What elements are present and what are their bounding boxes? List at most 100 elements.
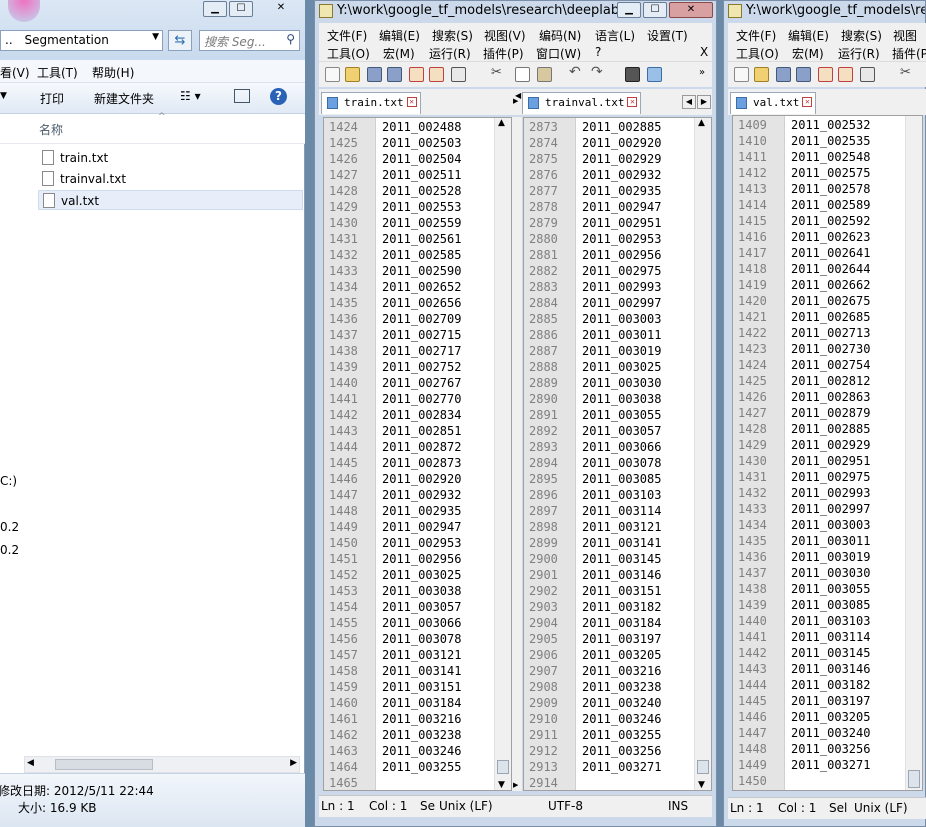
text-line[interactable]: 2880 2011_002953 [524, 231, 711, 247]
text-line[interactable]: 1420 2011_002675 [733, 293, 922, 309]
text-line[interactable]: 1438 2011_002717 [324, 343, 511, 359]
tab-trainval[interactable]: trainval.txt ✕ [522, 92, 642, 114]
text-line[interactable]: 1425 2011_002812 [733, 373, 922, 389]
new-file-icon[interactable] [734, 67, 749, 82]
cut-icon[interactable]: ✂ [900, 65, 915, 80]
text-line[interactable]: 1444 2011_003182 [733, 677, 922, 693]
text-line[interactable]: 1457 2011_003121 [324, 647, 511, 663]
copy-icon[interactable] [515, 67, 530, 82]
text-line[interactable]: 1418 2011_002644 [733, 261, 922, 277]
close-file-icon[interactable] [409, 67, 424, 82]
minimize-icon[interactable]: ▁ [617, 2, 641, 18]
find-icon[interactable] [625, 67, 640, 82]
text-line[interactable]: 2889 2011_003030 [524, 375, 711, 391]
menu-close-doc[interactable]: X [700, 45, 708, 59]
text-line[interactable]: 1434 2011_003003 [733, 517, 922, 533]
maximize-icon[interactable]: ☐ [229, 1, 253, 17]
text-line[interactable]: 2873 2011_002885 [524, 119, 711, 135]
text-line[interactable]: 1458 2011_003141 [324, 663, 511, 679]
menu-settings[interactable]: 设置(T) [647, 27, 688, 44]
splitter-arrow-icon[interactable]: ▶ [513, 781, 518, 789]
text-line[interactable]: 2900 2011_003145 [524, 551, 711, 567]
text-line[interactable]: 1432 2011_002993 [733, 485, 922, 501]
cut-icon[interactable]: ✂ [491, 65, 506, 80]
text-line[interactable]: 2899 2011_003141 [524, 535, 711, 551]
text-line[interactable]: 1424 2011_002754 [733, 357, 922, 373]
search-input[interactable]: 搜索 Seg... ⚲ [199, 30, 300, 51]
refresh-icon[interactable]: ⇆ [168, 30, 192, 51]
text-line[interactable]: 1436 2011_002709 [324, 311, 511, 327]
text-line[interactable]: 1412 2011_002575 [733, 165, 922, 181]
text-line[interactable]: 1415 2011_002592 [733, 213, 922, 229]
text-editor-pane[interactable]: 2873 2011_002885 2874 2011_002920 2875 2011_0… [523, 117, 712, 791]
menu-file[interactable]: 文件(F) [736, 27, 776, 44]
text-line[interactable]: 2891 2011_003055 [524, 407, 711, 423]
text-line[interactable]: 2884 2011_002997 [524, 295, 711, 311]
save-icon[interactable] [776, 67, 791, 82]
text-line[interactable]: 1462 2011_003238 [324, 727, 511, 743]
text-line[interactable]: 1443 2011_002851 [324, 423, 511, 439]
text-line[interactable]: 1451 2011_002956 [324, 551, 511, 567]
text-line[interactable]: 1435 2011_003011 [733, 533, 922, 549]
text-line[interactable]: 1414 2011_002589 [733, 197, 922, 213]
text-line[interactable]: 2898 2011_003121 [524, 519, 711, 535]
text-line[interactable]: 1417 2011_002641 [733, 245, 922, 261]
text-line[interactable]: 1425 2011_002503 [324, 135, 511, 151]
paste-icon[interactable] [537, 67, 552, 82]
text-line[interactable]: 1460 2011_003184 [324, 695, 511, 711]
text-line[interactable]: 1454 2011_003057 [324, 599, 511, 615]
text-line[interactable]: 1450 2011_002953 [324, 535, 511, 551]
file-item[interactable]: train.txt [38, 148, 303, 168]
scroll-up-icon[interactable]: ▲ [698, 118, 705, 128]
text-line[interactable]: 1435 2011_002656 [324, 295, 511, 311]
text-line[interactable]: 2896 2011_003103 [524, 487, 711, 503]
tab-scroll-right-icon[interactable]: ▶ [697, 95, 711, 109]
menu-window[interactable]: 窗口(W) [536, 45, 581, 62]
text-line[interactable]: 1446 2011_003205 [733, 709, 922, 725]
toolbar-overflow-icon[interactable]: » [699, 67, 714, 82]
text-line[interactable]: 2895 2011_003085 [524, 471, 711, 487]
text-line[interactable]: 1436 2011_003019 [733, 549, 922, 565]
text-line[interactable]: 1421 2011_002685 [733, 309, 922, 325]
text-editor-pane[interactable]: 1409 2011_002532 1410 2011_002535 1411 2011_0… [732, 115, 923, 791]
text-line[interactable]: 1448 2011_003256 [733, 741, 922, 757]
text-line[interactable]: 2905 2011_003197 [524, 631, 711, 647]
save-all-icon[interactable] [796, 67, 811, 82]
text-line[interactable]: 2878 2011_002947 [524, 199, 711, 215]
text-line[interactable]: 2893 2011_003066 [524, 439, 711, 455]
menu-run[interactable]: 运行(R) [838, 45, 880, 62]
text-line[interactable]: 1429 2011_002553 [324, 199, 511, 215]
text-line[interactable]: 2910 2011_003246 [524, 711, 711, 727]
text-line[interactable]: 1450 [733, 773, 922, 789]
text-line[interactable]: 1452 2011_003025 [324, 567, 511, 583]
text-line[interactable]: 2897 2011_003114 [524, 503, 711, 519]
text-line[interactable]: 2914 [524, 775, 711, 790]
menu-tools[interactable]: 工具(O) [327, 45, 370, 62]
close-all-icon[interactable] [429, 67, 444, 82]
menu-search[interactable]: 搜索(S) [841, 27, 882, 44]
preview-pane-icon[interactable] [234, 89, 250, 103]
save-icon[interactable] [367, 67, 382, 82]
text-line[interactable]: 1409 2011_002532 [733, 117, 922, 133]
text-line[interactable]: 1439 2011_003085 [733, 597, 922, 613]
replace-icon[interactable] [647, 67, 662, 82]
menu-view[interactable]: 看(V) [0, 64, 30, 81]
menu-plugins[interactable]: 插件(P) [483, 45, 524, 62]
scroll-thumb[interactable] [497, 760, 509, 774]
menu-view[interactable]: 视图(V) [484, 27, 526, 44]
text-line[interactable]: 1441 2011_002770 [324, 391, 511, 407]
text-line[interactable]: 2881 2011_002956 [524, 247, 711, 263]
text-line[interactable]: 1434 2011_002652 [324, 279, 511, 295]
text-line[interactable]: 1437 2011_003030 [733, 565, 922, 581]
open-file-icon[interactable] [345, 67, 360, 82]
menu-tools[interactable]: 工具(T) [37, 64, 78, 81]
text-line[interactable]: 1439 2011_002752 [324, 359, 511, 375]
text-line[interactable]: 1424 2011_002488 [324, 119, 511, 135]
text-line[interactable]: 1440 2011_002767 [324, 375, 511, 391]
vertical-scrollbar[interactable] [905, 116, 922, 790]
file-item-selected[interactable]: val.txt [38, 190, 303, 210]
column-header[interactable]: 名称 ^ [0, 112, 305, 144]
text-line[interactable]: 1429 2011_002929 [733, 437, 922, 453]
text-line[interactable]: 2885 2011_003003 [524, 311, 711, 327]
minimize-icon[interactable]: ▁ [203, 1, 227, 17]
